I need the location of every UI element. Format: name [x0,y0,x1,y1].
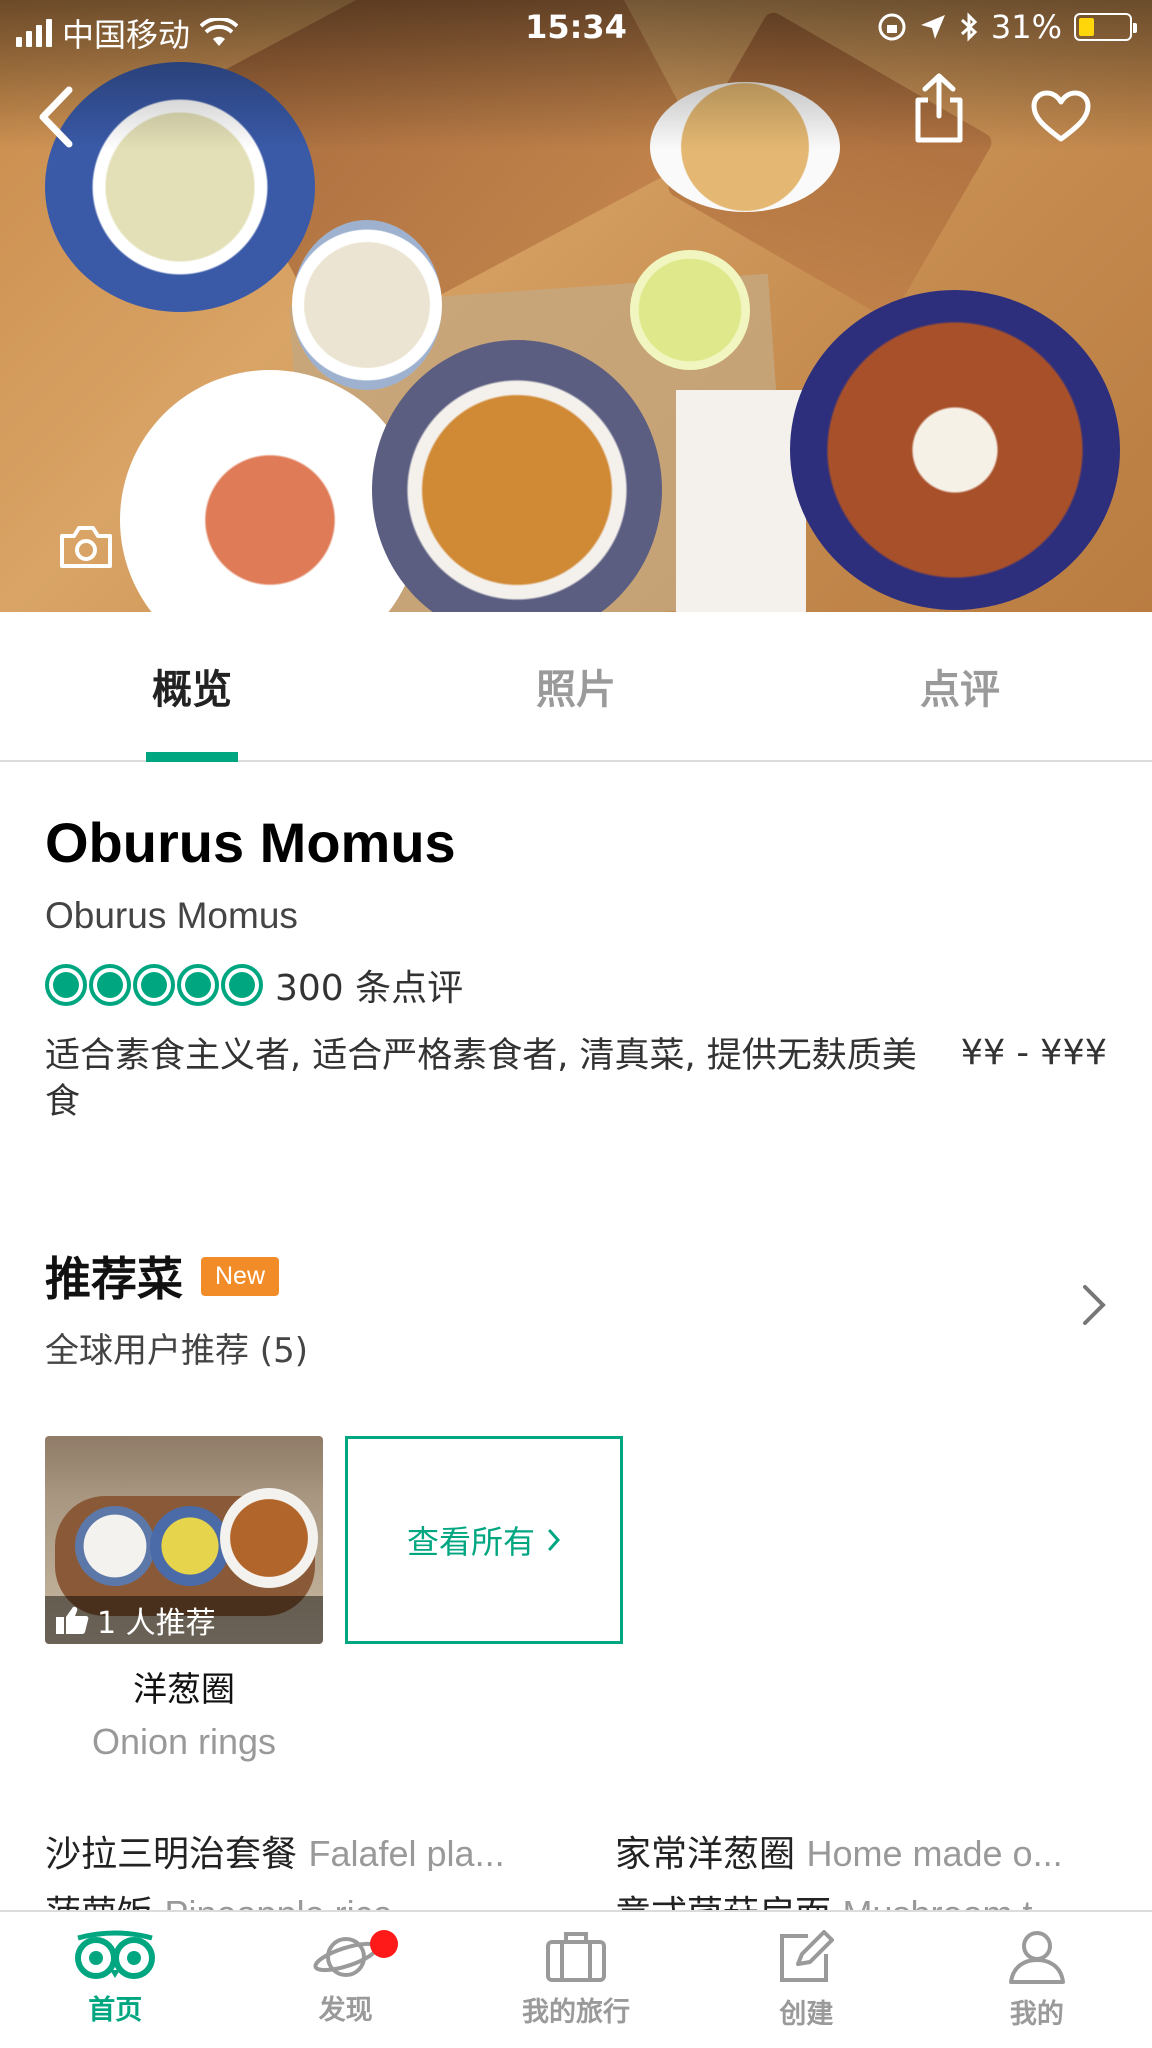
camera-icon [60,526,112,568]
dish-photo[interactable]: 1 人推荐 [45,1436,323,1644]
owl-icon [75,1930,156,1979]
notification-dot [369,1930,398,1958]
photo-count-button[interactable]: 181 [58,524,177,570]
nav-create-label: 创建 [779,1999,834,2030]
price-range: ¥¥ - ¥¥¥ [960,1033,1107,1073]
review-count: 300 条点评 [275,968,464,1009]
profile-icon [1008,1931,1065,1984]
see-all-label: 查看所有 [406,1523,535,1561]
photo-count: 181 [124,528,178,565]
recommended-header[interactable]: 推荐菜 New 全球用户推荐 (5) [45,1243,1107,1372]
tab-reviews[interactable]: 点评 [768,612,1152,760]
share-icon [915,73,963,143]
tab-bar: 概览 照片 点评 [0,612,1152,762]
rating-bubbles [45,964,265,1006]
nav-profile[interactable]: 我的 [922,1912,1152,2048]
bluetooth-icon [960,12,978,42]
compose-icon [780,1930,835,1982]
suitcase-icon [546,1932,607,1982]
battery-icon [1074,13,1137,41]
hero-photo[interactable] [0,0,1152,612]
nav-my-trips[interactable]: 我的旅行 [461,1912,691,2048]
dish-name: 洋葱圈 [133,1670,235,1710]
nav-create[interactable]: 创建 [691,1912,921,2048]
rating-bubble [177,964,219,1006]
menu-item[interactable]: 家常洋葱圈 Home made o... [615,1825,1105,1871]
see-all-button[interactable]: 查看所有 [345,1436,623,1644]
back-button[interactable] [30,84,80,150]
overview-content: Oburus Momus Oburus Momus 300 条点评 适合素食主义… [45,762,1107,1931]
rating-bubble [89,964,131,1006]
chevron-right-icon [548,1529,561,1551]
status-bar: 中国移动 15:34 31% [0,0,1152,58]
rating-bubble [221,964,263,1006]
nav-profile-label: 我的 [1009,1999,1064,2030]
recommended-dishes: 1 人推荐 洋葱圈 Onion rings 查看所有 [45,1436,1107,1763]
nav-home-label: 首页 [88,1995,143,2026]
location-icon [920,15,945,39]
restaurant-tags: 适合素食主义者, 适合严格素食者, 清真菜, 提供无麸质美食 ¥¥ - ¥¥¥ [45,1033,1107,1125]
dish-card[interactable]: 1 人推荐 洋葱圈 Onion rings [45,1436,323,1763]
heart-icon [1031,90,1091,142]
battery-percent: 31% [990,8,1062,46]
chevron-right-icon[interactable] [1079,1283,1107,1327]
nav-my-trips-label: 我的旅行 [522,1997,631,2028]
menu-item[interactable]: 沙拉三明治套餐 Falafel pla... [45,1825,615,1871]
dish-name-en: Onion rings [91,1721,277,1762]
rotation-lock-icon [878,13,906,41]
tab-photos[interactable]: 照片 [384,612,768,760]
save-button[interactable] [1030,88,1092,144]
recommended-title: 推荐菜 [45,1252,183,1306]
recommended-subtitle: 全球用户推荐 (5) [45,1331,308,1371]
planet-icon [313,1937,379,1977]
cuisine-tags: 适合素食主义者, 适合严格素食者, 清真菜, 提供无麸质美食 [45,1036,917,1122]
restaurant-name: Oburus Momus [45,811,456,874]
nav-home[interactable]: 首页 [0,1912,230,2048]
new-badge: New [201,1256,280,1296]
rating-bubble [45,964,87,1006]
share-button[interactable] [908,70,970,146]
nav-discover-label: 发现 [318,1995,373,2026]
back-icon [39,86,73,148]
thumbs-up-icon [56,1606,89,1634]
dish-likes: 1 人推荐 [97,1606,216,1641]
restaurant-subname: Oburus Momus [45,895,298,936]
tab-overview[interactable]: 概览 [0,612,384,760]
rating[interactable]: 300 条点评 [45,959,1107,1011]
bottom-nav: 首页 发现 我的旅行 创建 我的 [0,1910,1152,2048]
nav-discover[interactable]: 发现 [230,1912,460,2048]
rating-bubble [133,964,175,1006]
